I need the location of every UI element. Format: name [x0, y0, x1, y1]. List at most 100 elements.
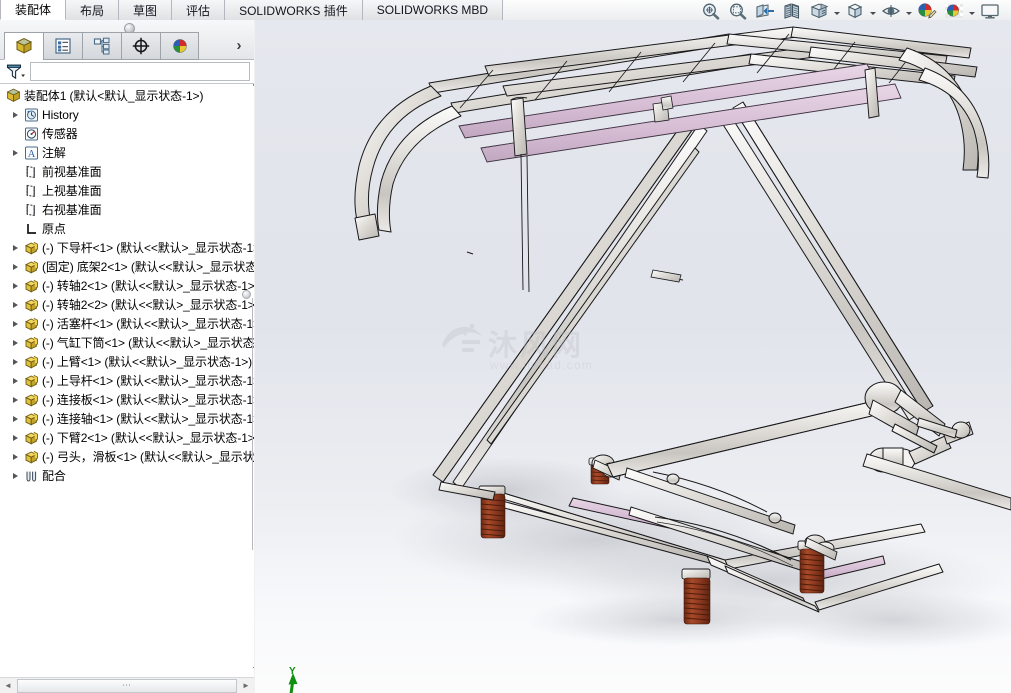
tree-item-label: (-) 转轴2<2> (默认<<默认>_显示状态-1>) — [42, 298, 254, 312]
display-style-icon[interactable] — [841, 1, 868, 20]
tree-filter-bar — [0, 60, 254, 84]
part-icon — [22, 428, 40, 447]
tree-item-annotations[interactable]: A 注解 — [0, 143, 254, 162]
tree-item-component-qigangxiatong[interactable]: (-) 气缸下筒<1> (默认<<默认>_显示状态-1>) — [0, 333, 254, 352]
feature-manager-tab[interactable] — [4, 32, 43, 60]
expand-arrow-icon[interactable] — [8, 390, 22, 409]
dimxpert-manager-tab[interactable] — [121, 32, 160, 60]
view-toolbar — [697, 1, 1003, 20]
tree-item-label: 注解 — [42, 146, 66, 160]
view-orientation-icon[interactable] — [805, 1, 832, 20]
scroll-left-arrow-icon[interactable]: ◄ — [0, 678, 16, 693]
expand-arrow-icon[interactable] — [8, 428, 22, 447]
zoom-to-fit-icon[interactable] — [697, 1, 724, 20]
solidworks-window: 装配体 布局 草图 评估 SOLIDWORKS 插件 SOLIDWORKS MB… — [0, 0, 1011, 693]
ribbon-tab-solidworks-mbd[interactable]: SOLIDWORKS MBD — [362, 0, 504, 20]
manager-panel-expand-chevron-icon[interactable]: › — [232, 34, 246, 56]
tree-item-component-xiabi2[interactable]: (-) 下臂2<1> (默认<<默认>_显示状态-1>) — [0, 428, 254, 447]
annotation-icon: A — [22, 143, 40, 162]
assembly-icon — [4, 86, 22, 105]
part-icon — [22, 333, 40, 352]
expand-arrow-icon[interactable] — [8, 143, 22, 162]
display-manager-tab[interactable] — [160, 32, 199, 60]
hide-show-items-icon[interactable] — [877, 1, 904, 20]
manager-tabs — [4, 32, 199, 60]
plane-icon — [22, 162, 40, 181]
view-orientation-caret-icon[interactable] — [832, 1, 841, 20]
tree-horizontal-scrollbar[interactable]: ◄ ⋯ ► — [0, 677, 254, 693]
part-icon — [22, 447, 40, 466]
tree-item-label: History — [42, 107, 79, 122]
ribbon-tab-assembly[interactable]: 装配体 — [0, 0, 67, 20]
display-monitor-icon[interactable] — [976, 1, 1003, 20]
ribbon-tab-layout[interactable]: 布局 — [66, 0, 120, 20]
section-view-icon[interactable] — [778, 1, 805, 20]
tree-item-component-lianjiezhou[interactable]: (-) 连接轴<1> (默认<<默认>_显示状态-1>) — [0, 409, 254, 428]
tree-item-label: (-) 下导杆<1> (默认<<默认>_显示状态-1>) — [42, 241, 254, 255]
filter-funnel-icon[interactable] — [5, 62, 25, 81]
expand-arrow-icon[interactable] — [8, 409, 22, 428]
tree-item-component-dijia2[interactable]: (固定) 底架2<1> (默认<<默认>_显示状态-1>) — [0, 257, 254, 276]
lower-right-tube — [862, 453, 1011, 511]
expand-arrow-icon[interactable] — [8, 371, 22, 390]
tree-item-right-plane[interactable]: 右视基准面 — [0, 200, 254, 219]
tree-item-top-plane[interactable]: 上视基准面 — [0, 181, 254, 200]
panel-splitter-line — [252, 298, 253, 550]
expand-arrow-icon[interactable] — [8, 105, 22, 124]
part-icon — [22, 295, 40, 314]
tree-item-sensors[interactable]: 传感器 — [0, 124, 254, 143]
apply-scene-caret-icon[interactable] — [967, 1, 976, 20]
expand-arrow-icon[interactable] — [8, 352, 22, 371]
expand-arrow-icon[interactable] — [8, 257, 22, 276]
feature-manager-panel: › 装配体1 (默认<默认_显示状态-1>) History 传感器 A 注解 … — [0, 20, 254, 693]
property-manager-tab[interactable] — [43, 32, 82, 60]
tree-item-origin[interactable]: 原点 — [0, 219, 254, 238]
apply-scene-icon[interactable] — [940, 1, 967, 20]
scrollbar-thumb[interactable]: ⋯ — [17, 678, 237, 693]
expand-arrow-icon[interactable] — [8, 333, 22, 352]
part-icon — [22, 390, 40, 409]
expand-arrow-icon[interactable] — [8, 238, 22, 257]
tree-item-label: (固定) 底架2<1> (默认<<默认>_显示状态-1>) — [42, 260, 254, 274]
part-icon — [22, 409, 40, 428]
expand-arrow-icon[interactable] — [8, 276, 22, 295]
tree-item-label: (-) 上臂<1> (默认<<默认>_显示状态-1>) — [42, 355, 253, 369]
graphics-viewport[interactable]: 沐风网 www.mfcad.com Y X — [255, 20, 1011, 693]
zoom-to-area-icon[interactable] — [724, 1, 751, 20]
panel-splitter-handle[interactable] — [242, 290, 251, 299]
tree-item-component-huosaigan[interactable]: (-) 活塞杆<1> (默认<<默认>_显示状态-1>) — [0, 314, 254, 333]
tree-item-component-zhuanzhou2-2[interactable]: (-) 转轴2<2> (默认<<默认>_显示状态-1>) — [0, 295, 254, 314]
tree-item-front-plane[interactable]: 前视基准面 — [0, 162, 254, 181]
tree-item-component-shangbi[interactable]: (-) 上臂<1> (默认<<默认>_显示状态-1>) — [0, 352, 254, 371]
previous-view-icon[interactable] — [751, 1, 778, 20]
tree-item-component-lianjieban[interactable]: (-) 连接板<1> (默认<<默认>_显示状态-1>) — [0, 390, 254, 409]
tree-item-component-gongtou-huaban[interactable]: (-) 弓头，滑板<1> (默认<<默认>_显示状态-1>) — [0, 447, 254, 466]
expand-arrow-icon[interactable] — [8, 447, 22, 466]
expand-arrow-icon[interactable] — [8, 295, 22, 314]
ribbon-tab-solidworks-addins[interactable]: SOLIDWORKS 插件 — [225, 0, 363, 20]
edit-appearance-icon[interactable] — [913, 1, 940, 20]
tree-item-component-xiadaogan[interactable]: (-) 下导杆<1> (默认<<默认>_显示状态-1>) — [0, 238, 254, 257]
expand-arrow-icon[interactable] — [8, 314, 22, 333]
ribbon-tab-sketch[interactable]: 草图 — [119, 0, 173, 20]
scroll-right-arrow-icon[interactable]: ► — [238, 678, 254, 693]
tree-item-component-shangdaogan[interactable]: (-) 上导杆<1> (默认<<默认>_显示状态-1>) — [0, 371, 254, 390]
ribbon-tab-evaluate[interactable]: 评估 — [172, 0, 226, 20]
display-style-caret-icon[interactable] — [868, 1, 877, 20]
tree-filter-input[interactable] — [30, 62, 250, 81]
tree-item-history[interactable]: History — [0, 105, 254, 124]
hide-show-items-caret-icon[interactable] — [904, 1, 913, 20]
tree-bottom-filler — [0, 668, 254, 677]
mid-hinge — [650, 269, 682, 283]
tree-item-label: (-) 弓头，滑板<1> (默认<<默认>_显示状态-1>) — [42, 450, 254, 464]
svg-text:A: A — [27, 149, 35, 160]
tree-item-component-zhuanzhou2-1[interactable]: (-) 转轴2<1> (默认<<默认>_显示状态-1>) — [0, 276, 254, 295]
tree-root-assembly1[interactable]: 装配体1 (默认<默认_显示状态-1>) — [0, 86, 254, 105]
configuration-manager-tab[interactable] — [82, 32, 121, 60]
part-icon — [22, 314, 40, 333]
upper-arm-assembly — [432, 101, 934, 490]
triad-y-axis: Y — [288, 666, 298, 693]
tree-item-mates[interactable]: 配合 — [0, 466, 254, 485]
sensor-icon — [22, 124, 40, 143]
expand-arrow-icon[interactable] — [8, 466, 22, 485]
